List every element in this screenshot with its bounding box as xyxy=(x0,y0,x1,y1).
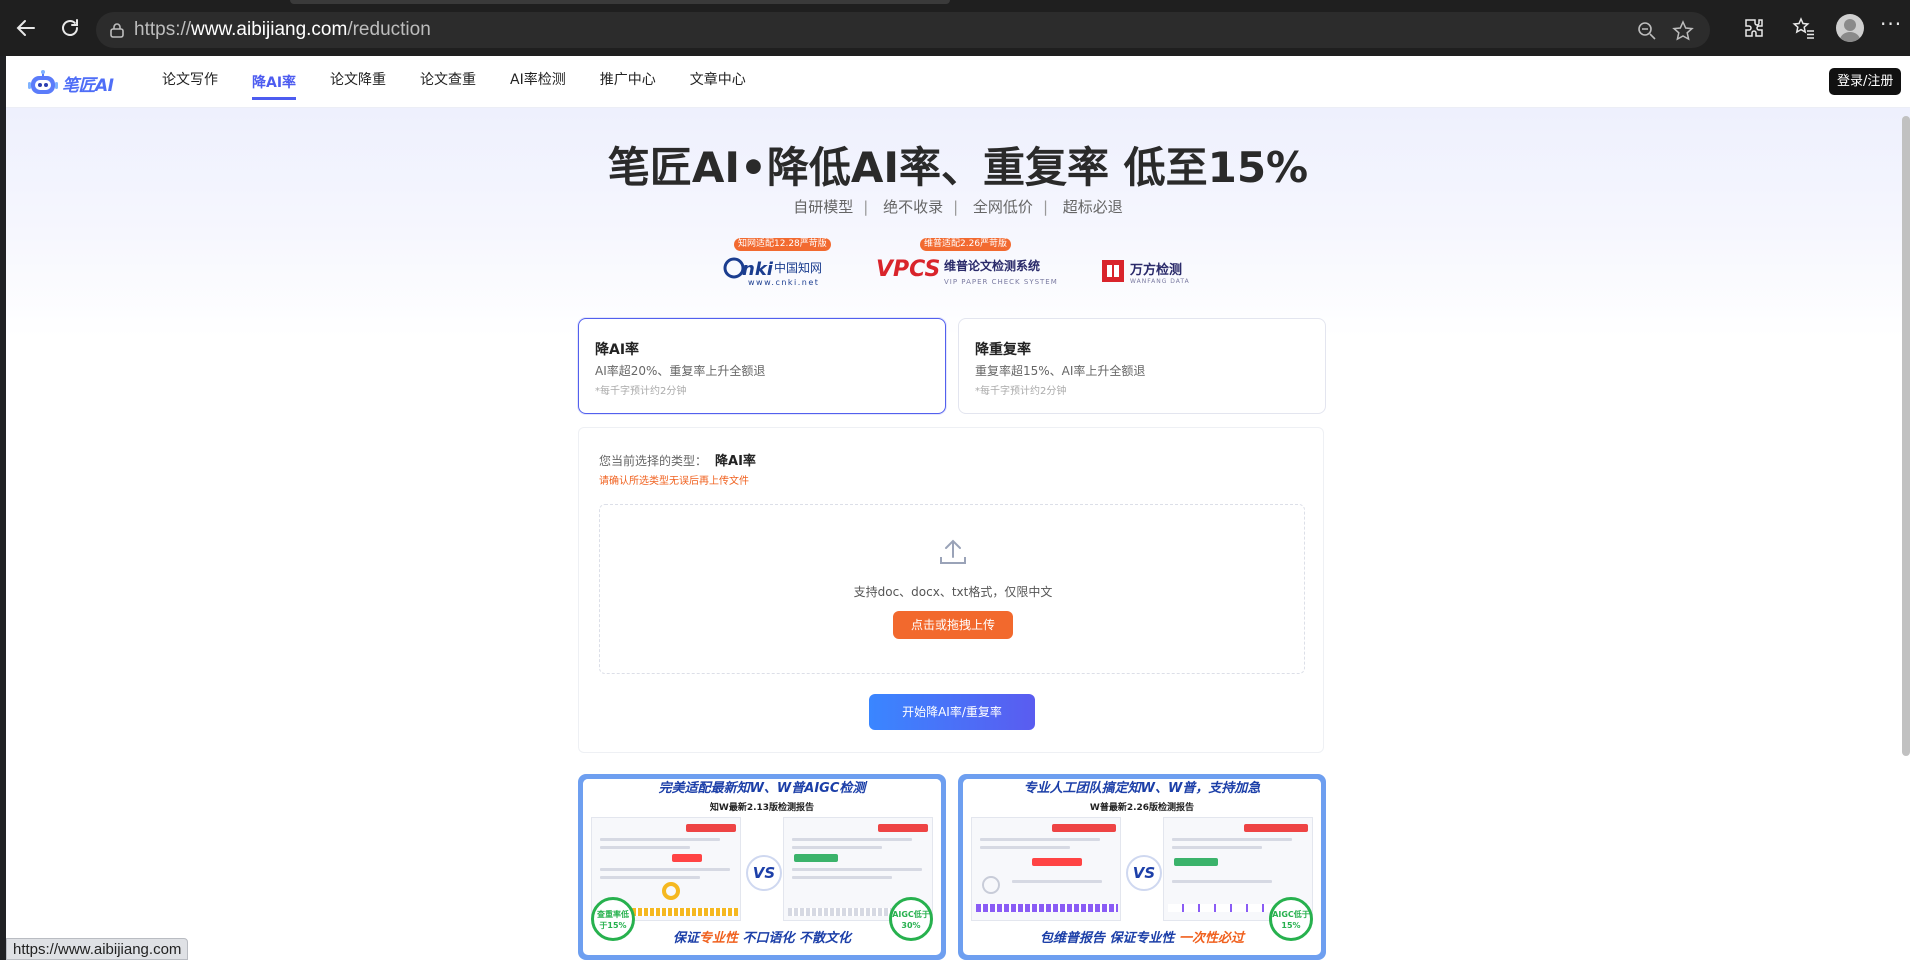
mode-card-reduce-duplication[interactable]: 降重复率 重复率超15%、AI率上升全额退 *每千字预计约2分钟 xyxy=(958,318,1326,414)
vpcs-badge: 维普适配2.26严苛版 xyxy=(920,238,1012,251)
login-register-button[interactable]: 登录/注册 xyxy=(1829,68,1902,95)
promo-headline: 专业人工团队搞定知W、W普，支持加急 xyxy=(963,779,1321,797)
upload-icon xyxy=(940,539,966,564)
supported-formats: 支持doc、docx、txt格式，仅限中文 xyxy=(853,585,1053,599)
url-text[interactable]: https://www.aibijiang.com/reduction xyxy=(134,19,431,41)
selected-type: 您当前选择的类型： 降AI率 xyxy=(599,454,756,469)
file-dropzone[interactable]: 支持doc、docx、txt格式，仅限中文 点击或拖拽上传 xyxy=(599,504,1305,674)
logo-text: 笔匠AI xyxy=(62,75,114,96)
more-menu-icon[interactable]: ··· xyxy=(1880,12,1902,36)
cnki-logo: 知网适配12.28严苛版 nki 中国知网 www.cnki.net xyxy=(722,238,832,288)
nav-item-thesis-writing[interactable]: 论文写作 xyxy=(162,56,218,108)
mode-card-reduce-ai[interactable]: 降AI率 AI率超20%、重复率上升全额退 *每千字预计约2分钟 xyxy=(578,318,946,414)
nav-item-reduce-ai-rate[interactable]: 降AI率 xyxy=(252,60,297,100)
vs-badge: VS xyxy=(1126,855,1162,891)
svg-text:中国知网: 中国知网 xyxy=(774,260,822,275)
extensions-icon[interactable] xyxy=(1742,16,1766,40)
nav-item-ai-detection[interactable]: AI率检测 xyxy=(510,56,566,108)
tab-strip xyxy=(290,0,950,4)
vpcs-subtext: VIP PAPER CHECK SYSTEM xyxy=(944,278,1058,286)
nav-item-article-center[interactable]: 文章中心 xyxy=(690,56,746,108)
nav-item-reduce-duplication[interactable]: 论文降重 xyxy=(330,56,386,108)
main-nav: 论文写作 降AI率 论文降重 论文查重 AI率检测 推广中心 文章中心 xyxy=(162,56,780,108)
wanfang-logo: 万方检测 WANFANG DATA xyxy=(1100,238,1196,288)
reload-icon[interactable] xyxy=(56,14,84,42)
feature-item: 绝不收录 xyxy=(883,198,944,216)
nav-item-promotion-center[interactable]: 推广中心 xyxy=(600,56,656,108)
nav-item-plagiarism-check[interactable]: 论文查重 xyxy=(420,56,476,108)
favorite-star-icon[interactable] xyxy=(1672,20,1694,42)
promo-card-vip[interactable]: 专业人工团队搞定知W、W普，支持加急 W普最新2.26版检测报告 VS AIGC… xyxy=(958,774,1326,960)
feature-item: 自研模型 xyxy=(793,198,854,216)
start-reduction-button[interactable]: 开始降AI率/重复率 xyxy=(869,694,1035,730)
mode-note: *每千字预计约2分钟 xyxy=(595,386,687,397)
address-bar[interactable]: https://www.aibijiang.com/reduction xyxy=(96,12,1710,48)
mode-note: *每千字预计约2分钟 xyxy=(975,386,1067,397)
profile-avatar[interactable] xyxy=(1836,14,1864,42)
promo-footer: 保证专业性 不口语化 不散文化 xyxy=(672,931,852,946)
site-info-icon[interactable] xyxy=(108,21,126,39)
cnki-url: www.cnki.net xyxy=(748,278,820,287)
svg-text:nki: nki xyxy=(742,259,774,280)
cnki-badge: 知网适配12.28严苛版 xyxy=(734,238,831,251)
page-title: 笔匠AI•降低AI率、重复率 低至15% xyxy=(607,143,1309,192)
site-logo[interactable]: 笔匠AI xyxy=(28,68,114,98)
hero-banner: 笔匠AI•降低AI率、重复率 低至15% 自研模型 | 绝不收录 | 全网低价 | 超… xyxy=(6,108,1910,338)
mode-title: 降AI率 xyxy=(595,342,640,358)
report-thumbnail-before xyxy=(971,817,1121,921)
promo-subtitle: W普最新2.26版检测报告 xyxy=(1089,803,1195,813)
promo-headline: 完美适配最新知W、W普AIGC检测 xyxy=(583,779,941,797)
upload-warning: 请确认所选类型无误后再上传文件 xyxy=(599,476,749,487)
feature-item: 全网低价 xyxy=(972,198,1033,216)
feature-item: 超标必退 xyxy=(1062,198,1123,216)
mode-title: 降重复率 xyxy=(975,342,1031,358)
mode-desc: AI率超20%、重复率上升全额退 xyxy=(595,364,766,378)
feature-list: 自研模型 | 绝不收录 | 全网低价 | 超标必退 xyxy=(793,198,1123,216)
upload-button[interactable]: 点击或拖拽上传 xyxy=(893,611,1013,639)
zoom-icon[interactable] xyxy=(1636,20,1658,42)
robot-mascot-icon xyxy=(28,70,58,94)
vpcs-logo: 维普适配2.26严苛版 VPCS 维普论文检测系统 VIP PAPER CHEC… xyxy=(876,238,1066,288)
mode-desc: 重复率超15%、AI率上升全额退 xyxy=(975,364,1146,378)
svg-text:维普论文检测系统: 维普论文检测系统 xyxy=(944,258,1040,273)
back-icon[interactable] xyxy=(12,14,40,42)
promo-card-cnki[interactable]: 完美适配最新知W、W普AIGC检测 知W最新2.13版检测报告 VS 查重率低于… xyxy=(578,774,946,960)
site-header: 笔匠AI 论文写作 降AI率 论文降重 论文查重 AI率检测 推广中心 文章中心… xyxy=(6,56,1910,108)
partner-logos: 知网适配12.28严苛版 nki 中国知网 www.cnki.net 维普适配2… xyxy=(718,238,1198,288)
upload-panel: 您当前选择的类型： 降AI率 请确认所选类型无误后再上传文件 支持doc、docx… xyxy=(578,427,1324,753)
link-status-bar: https://www.aibijiang.com xyxy=(6,938,189,960)
page-scrollbar[interactable] xyxy=(1902,116,1910,756)
browser-toolbar: https://www.aibijiang.com/reduction ··· xyxy=(0,0,1910,56)
promo-footer: 包维普报告 保证专业性 一次性必过 xyxy=(1039,931,1245,946)
promo-subtitle: 知W最新2.13版检测报告 xyxy=(709,803,815,813)
favorites-list-icon[interactable] xyxy=(1792,16,1816,40)
selected-type-value: 降AI率 xyxy=(715,454,756,469)
page-viewport: 笔匠AI 论文写作 降AI率 论文降重 论文查重 AI率检测 推广中心 文章中心… xyxy=(6,56,1910,960)
wanfang-subtext: WANFANG DATA xyxy=(1130,278,1190,285)
svg-text:万方检测: 万方检测 xyxy=(1129,262,1182,278)
vs-badge: VS xyxy=(746,855,782,891)
svg-text:VPCS: VPCS xyxy=(876,257,940,282)
